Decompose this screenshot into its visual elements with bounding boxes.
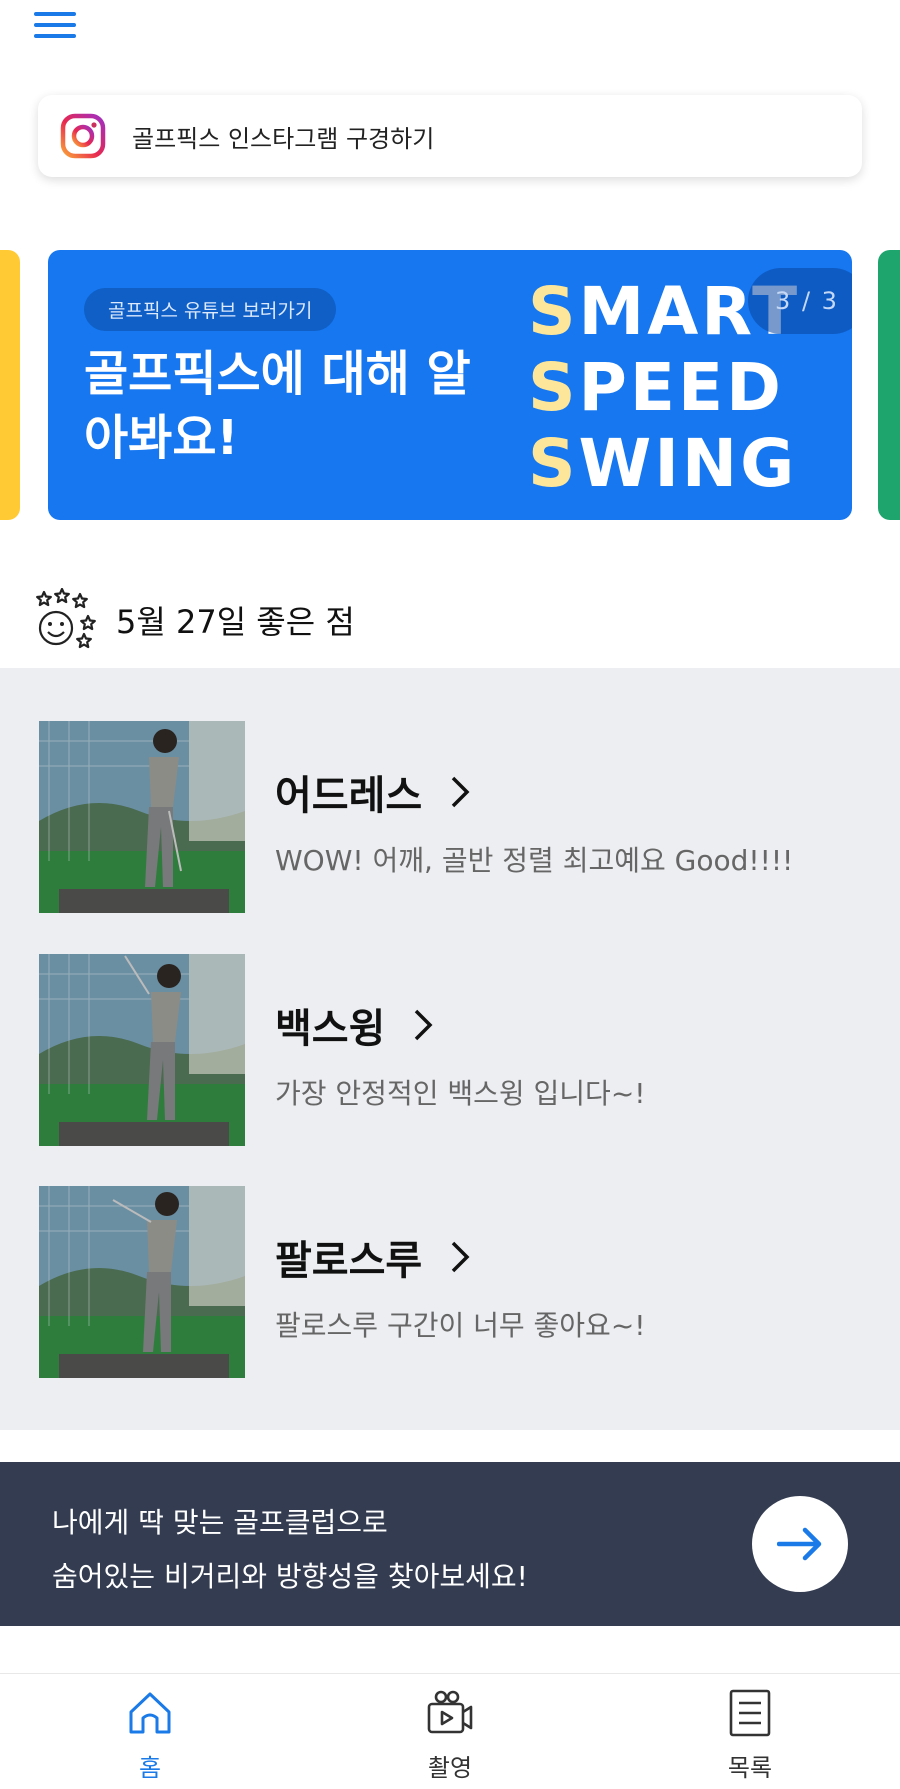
club-banner-text: 나에게 딱 맞는 골프클럽으로 숨어있는 비거리와 방향성을 찾아보세요! bbox=[52, 1496, 528, 1604]
youtube-banner-slide[interactable]: 골프픽스 유튜브 보러가기 골프픽스에 대해 알아봐요! SMART SPEED… bbox=[48, 250, 852, 520]
video-camera-icon bbox=[427, 1690, 473, 1734]
nav-label-home: 홈 bbox=[138, 1754, 162, 1782]
instagram-link-card[interactable]: 골프픽스 인스타그램 구경하기 bbox=[38, 95, 862, 177]
tagline-line: SPEED bbox=[528, 349, 784, 426]
instagram-icon bbox=[60, 113, 106, 159]
banner-title: 골프픽스에 대해 알아봐요! bbox=[84, 346, 471, 466]
chevron-right-icon bbox=[415, 1009, 433, 1041]
good-point-desc: WOW! 어깨, 골반 정렬 최고예요 Good!!!! bbox=[275, 844, 794, 877]
good-point-desc: 가장 안정적인 백스윙 입니다~! bbox=[275, 1077, 646, 1110]
golfer-address-photo bbox=[39, 721, 245, 913]
club-banner-line2: 숨어있는 비거리와 방향성을 찾아보세요! bbox=[52, 1560, 528, 1593]
good-point-item-followthrough[interactable]: 팔로스루 팔로스루 구간이 너무 좋아요~! bbox=[39, 1186, 859, 1378]
nav-label-list: 목록 bbox=[727, 1754, 773, 1782]
nav-tab-record[interactable]: 촬영 bbox=[370, 1688, 530, 1783]
golfer-backswing-photo bbox=[39, 954, 245, 1146]
good-point-item-address[interactable]: 어드레스 WOW! 어깨, 골반 정렬 최고예요 Good!!!! bbox=[39, 721, 859, 913]
nav-label-record: 촬영 bbox=[427, 1754, 473, 1782]
club-banner-line1: 나에게 딱 맞는 골프클럽으로 bbox=[52, 1506, 388, 1539]
youtube-pill[interactable]: 골프픽스 유튜브 보러가기 bbox=[84, 288, 337, 331]
good-point-title: 백스윙 bbox=[275, 996, 646, 1054]
good-point-desc: 팔로스루 구간이 너무 좋아요~! bbox=[275, 1309, 646, 1342]
chevron-right-icon bbox=[451, 776, 470, 808]
golfer-followthrough-photo bbox=[39, 1186, 245, 1378]
golf-club-banner[interactable]: 나에게 딱 맞는 골프클럽으로 숨어있는 비거리와 방향성을 찾아보세요! bbox=[0, 1462, 900, 1626]
chevron-right-icon bbox=[451, 1241, 470, 1273]
hamburger-menu-icon[interactable] bbox=[34, 10, 76, 40]
home-icon bbox=[129, 1692, 171, 1734]
smiley-stars-icon bbox=[36, 588, 96, 649]
list-document-icon bbox=[729, 1689, 771, 1737]
good-points-header: 5월 27일 좋은 점 bbox=[36, 588, 355, 652]
good-point-title: 어드레스 bbox=[275, 763, 793, 821]
good-point-item-backswing[interactable]: 백스윙 가장 안정적인 백스윙 입니다~! bbox=[39, 954, 859, 1146]
instagram-link-label: 골프픽스 인스타그램 구경하기 bbox=[132, 124, 435, 153]
carousel-prev-slide[interactable] bbox=[0, 250, 20, 520]
nav-tab-list[interactable]: 목록 bbox=[670, 1688, 830, 1783]
arrow-right-icon bbox=[777, 1527, 822, 1561]
nav-tab-home[interactable]: 홈 bbox=[70, 1688, 230, 1783]
carousel-next-slide[interactable] bbox=[878, 250, 900, 520]
good-points-title: 5월 27일 좋은 점 bbox=[116, 603, 355, 641]
club-banner-arrow-button[interactable] bbox=[752, 1496, 848, 1592]
good-point-title: 팔로스루 bbox=[275, 1228, 646, 1286]
carousel-counter: 3 / 3 bbox=[748, 268, 852, 334]
good-points-panel: 어드레스 WOW! 어깨, 골반 정렬 최고예요 Good!!!! 백스윙 가장… bbox=[0, 668, 900, 1430]
bottom-navigation: 홈 촬영 목록 bbox=[0, 1673, 900, 1789]
tagline-line: SWING bbox=[528, 425, 798, 502]
